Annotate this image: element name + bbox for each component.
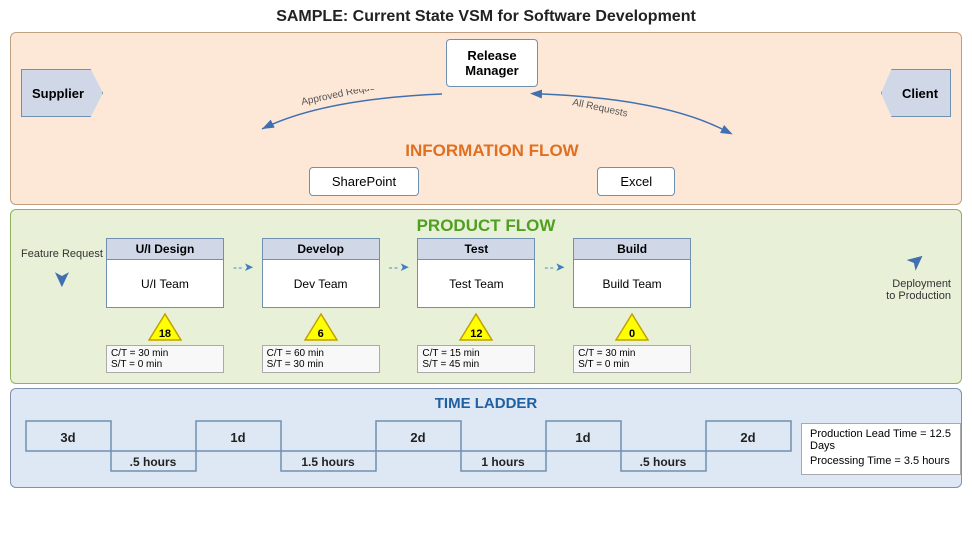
svg-text:1.5 hours: 1.5 hours xyxy=(301,455,355,469)
svg-text:Approved Request: Approved Request xyxy=(300,89,384,108)
metrics-box-1: C/T = 60 min S/T = 30 min xyxy=(262,345,380,373)
svg-text:1 hours: 1 hours xyxy=(481,455,525,469)
feature-request-label: Feature Request xyxy=(21,248,103,260)
process-box-bottom-0: U/I Team xyxy=(107,260,223,307)
svg-text:1d: 1d xyxy=(230,430,245,445)
time-ladder-label: TIME LADDER xyxy=(21,395,951,412)
sharepoint-label: SharePoint xyxy=(332,174,396,189)
release-manager-box: Release Manager xyxy=(446,39,537,87)
client-label: Client xyxy=(902,86,938,101)
process-box-bottom-2: Test Team xyxy=(418,260,534,307)
wip-triangle-3: 0 xyxy=(615,312,649,342)
process-box-top-2: Test xyxy=(418,239,534,260)
connector-0: - - ➤ xyxy=(231,260,255,274)
info-center: Release Manager xyxy=(103,39,881,196)
process-box-top-0: U/I Design xyxy=(107,239,223,260)
svg-text:.5 hours: .5 hours xyxy=(640,455,687,469)
process-box-2: Test Test Team xyxy=(417,238,535,308)
svg-text:.5 hours: .5 hours xyxy=(130,455,177,469)
process-box-bottom-3: Build Team xyxy=(574,260,690,307)
excel-box: Excel xyxy=(597,167,675,196)
svg-text:1d: 1d xyxy=(575,430,590,445)
push-arrow-1: - - ➤ xyxy=(389,260,409,274)
info-top-row: Supplier Release Manager xyxy=(21,39,951,196)
process-box-top-3: Build xyxy=(574,239,690,260)
product-flow-inner: Feature Request ➤ U/I Design U/I Team xyxy=(21,238,951,373)
process-step-1: Develop Dev Team 6 xyxy=(261,238,381,373)
process-box-1: Develop Dev Team xyxy=(262,238,380,308)
process-box-3: Build Build Team xyxy=(573,238,691,308)
wip-triangle-0: 18 xyxy=(148,312,182,342)
rm-line1: Release xyxy=(467,48,516,63)
curved-arrows-svg: Approved Request All Requests xyxy=(103,89,881,139)
metrics-box-3: C/T = 30 min S/T = 0 min xyxy=(573,345,691,373)
sharepoint-box: SharePoint xyxy=(309,167,419,196)
wip-row-3: 0 xyxy=(615,312,649,342)
supplier-label: Supplier xyxy=(32,86,84,101)
supplier-area: Supplier xyxy=(21,69,103,117)
page-title: SAMPLE: Current State VSM for Software D… xyxy=(10,8,962,26)
deployment-arrow: ➤ xyxy=(901,245,932,277)
info-flow-section: Supplier Release Manager xyxy=(10,32,962,205)
svg-text:3d: 3d xyxy=(60,430,75,445)
info-flow-label: INFORMATION FLOW xyxy=(405,141,578,161)
main-container: SAMPLE: Current State VSM for Software D… xyxy=(0,0,972,545)
svg-text:2d: 2d xyxy=(740,430,755,445)
push-arrow-0: - - ➤ xyxy=(233,260,253,274)
ladder-main: 3d .5 hours 1d 1.5 hours 2d xyxy=(21,416,801,481)
process-box-0: U/I Design U/I Team xyxy=(106,238,224,308)
time-ladder-svg: 3d .5 hours 1d 1.5 hours 2d xyxy=(21,416,801,481)
time-ladder-inner: 3d .5 hours 1d 1.5 hours 2d xyxy=(21,416,951,481)
product-flow-section: PRODUCT FLOW Feature Request ➤ U/I Desig… xyxy=(10,209,962,384)
excel-label: Excel xyxy=(620,174,652,189)
legend-processing-time: Processing Time = 3.5 hours xyxy=(810,455,952,467)
connector-1: - - ➤ xyxy=(387,260,411,274)
vsm-area: Supplier Release Manager xyxy=(10,32,962,537)
supplier-box: Supplier xyxy=(21,69,103,117)
connector-2: - - ➤ xyxy=(542,260,566,274)
process-box-bottom-1: Dev Team xyxy=(263,260,379,307)
feature-request-arrow: ➤ xyxy=(49,270,75,288)
rm-line2: Manager xyxy=(465,63,518,78)
sharepoint-excel-row: SharePoint Excel xyxy=(220,167,765,196)
metrics-box-2: C/T = 15 min S/T = 45 min xyxy=(417,345,535,373)
client-area: Client xyxy=(881,69,951,117)
feature-request-area: Feature Request ➤ xyxy=(21,248,103,292)
legend-lead-time: Production Lead Time = 12.5 Days xyxy=(810,428,952,452)
process-box-top-1: Develop xyxy=(263,239,379,260)
deployment-label: Deployment to Production xyxy=(881,278,951,302)
client-box: Client xyxy=(881,69,951,117)
time-ladder-section: TIME LADDER 3d .5 hours xyxy=(10,388,962,488)
info-content-wrapper: Supplier Release Manager xyxy=(21,39,951,196)
wip-triangle-1: 6 xyxy=(304,312,338,342)
process-step-3: Build Build Team 0 xyxy=(572,238,692,373)
wip-triangle-2: 12 xyxy=(459,312,493,342)
legend-box: Production Lead Time = 12.5 Days Process… xyxy=(801,423,961,475)
svg-text:2d: 2d xyxy=(410,430,425,445)
wip-row-2: 12 xyxy=(459,312,493,342)
process-boxes: U/I Design U/I Team 18 xyxy=(105,238,879,373)
process-step-2: Test Test Team 12 xyxy=(416,238,536,373)
metrics-box-0: C/T = 30 min S/T = 0 min xyxy=(106,345,224,373)
wip-row-0: 18 xyxy=(148,312,182,342)
deployment-area: ➤ Deployment to Production xyxy=(881,248,951,302)
product-flow-label: PRODUCT FLOW xyxy=(21,216,951,236)
wip-row-1: 6 xyxy=(304,312,338,342)
push-arrow-2: - - ➤ xyxy=(544,260,564,274)
process-step-0: U/I Design U/I Team 18 xyxy=(105,238,225,373)
